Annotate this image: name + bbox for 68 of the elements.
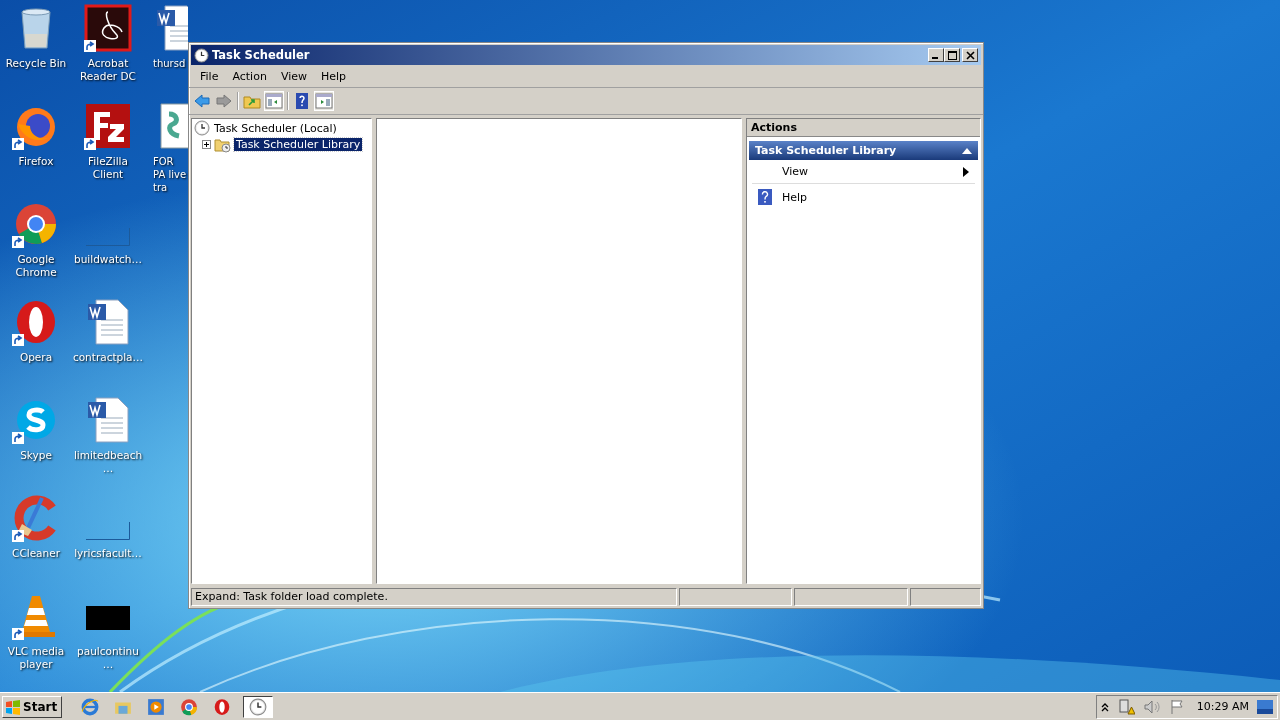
status-text: Expand: Task folder load complete. bbox=[191, 588, 677, 606]
minimize-button[interactable] bbox=[928, 48, 944, 62]
show-tree-icon[interactable] bbox=[265, 92, 283, 110]
desktop-icon[interactable]: FileZilla Client bbox=[72, 102, 144, 200]
close-button[interactable] bbox=[962, 48, 978, 62]
blank-thumbnail-icon bbox=[86, 228, 130, 246]
minimize-icon bbox=[932, 56, 938, 59]
file-thumbnail-icon bbox=[86, 606, 130, 630]
menu-item[interactable]: File bbox=[193, 69, 226, 84]
desktop-icon[interactable]: contractpla… bbox=[72, 298, 144, 396]
desktop-icon[interactable]: Google Chrome bbox=[0, 200, 72, 298]
flag-icon[interactable] bbox=[1168, 698, 1185, 715]
pane-header: Actions bbox=[747, 119, 980, 137]
icon-label: Firefox bbox=[18, 155, 54, 168]
show-desktop-icon[interactable] bbox=[1257, 699, 1273, 714]
start-button[interactable]: Start bbox=[2, 695, 63, 718]
submenu-arrow-icon bbox=[963, 166, 969, 177]
expand-icon[interactable] bbox=[202, 140, 211, 149]
icon-label: Skype bbox=[20, 449, 52, 462]
menu-item[interactable]: View bbox=[273, 69, 314, 84]
icon-label: CCleaner bbox=[12, 547, 60, 560]
icon-label: VLC media player bbox=[6, 645, 66, 671]
icon-label: thursd bbox=[153, 57, 186, 70]
section-header[interactable]: Task Scheduler Library bbox=[749, 141, 978, 160]
icon-label: Google Chrome bbox=[14, 253, 58, 279]
blank-thumbnail-icon bbox=[86, 522, 130, 540]
maximize-button[interactable] bbox=[944, 48, 960, 62]
filezilla-icon bbox=[84, 102, 132, 150]
tree-item[interactable]: Task Scheduler Library bbox=[234, 138, 363, 151]
maximize-icon bbox=[947, 50, 957, 60]
icon-label: limitedbeach… bbox=[72, 449, 144, 475]
icon-label: Recycle Bin bbox=[5, 57, 67, 70]
tree-item[interactable]: Task Scheduler (Local) bbox=[194, 120, 369, 136]
desktop-icon[interactable]: Recycle Bin bbox=[0, 4, 72, 102]
folder-clock-icon bbox=[214, 136, 231, 153]
clock-time[interactable]: 10:29 AM bbox=[1196, 700, 1249, 713]
help-link[interactable]: Help bbox=[752, 184, 975, 210]
submenu-link[interactable]: View bbox=[752, 160, 975, 184]
forward-arrow-icon[interactable] bbox=[215, 92, 233, 110]
desktop-icon[interactable]: FOR PA live tra bbox=[147, 102, 188, 200]
acrobat-icon bbox=[84, 4, 132, 52]
clock-icon bbox=[194, 47, 209, 63]
icon-label: Acrobat Reader DC bbox=[79, 57, 137, 83]
speaker-icon[interactable] bbox=[1142, 698, 1161, 715]
show-hidden-icon[interactable] bbox=[1100, 701, 1109, 712]
menu-item[interactable]: Help bbox=[314, 69, 354, 84]
windows-logo-icon bbox=[5, 698, 21, 715]
icon-label: paulcontinu… bbox=[76, 645, 140, 671]
help-icon bbox=[758, 189, 772, 205]
desktop-icon[interactable]: thursd bbox=[147, 4, 188, 102]
taskbar-app-icon[interactable] bbox=[243, 695, 274, 718]
desktop-icon[interactable]: Acrobat Reader DC bbox=[72, 4, 144, 102]
icon-label: Opera bbox=[19, 351, 53, 364]
desktop-icon[interactable]: Firefox bbox=[0, 102, 72, 200]
desktop-icon[interactable]: Opera bbox=[0, 298, 72, 396]
menu-item[interactable]: Action bbox=[225, 69, 274, 84]
collapse-caret-icon bbox=[962, 147, 972, 154]
back-arrow-icon[interactable] bbox=[193, 92, 211, 110]
help-icon[interactable] bbox=[293, 92, 311, 110]
icon-label: buildwatch… bbox=[74, 253, 142, 266]
desktop-icon[interactable]: buildwatch… bbox=[72, 200, 144, 298]
close-icon bbox=[965, 50, 975, 60]
network-warning-icon[interactable] bbox=[1116, 698, 1135, 715]
icon-label: FOR PA live tra bbox=[153, 155, 188, 194]
icon-label: FileZilla Client bbox=[87, 155, 129, 181]
icon-label: contractpla… bbox=[72, 351, 144, 364]
window-title: Task Scheduler bbox=[212, 48, 311, 62]
icon-label: lyricsfacult… bbox=[74, 547, 142, 560]
